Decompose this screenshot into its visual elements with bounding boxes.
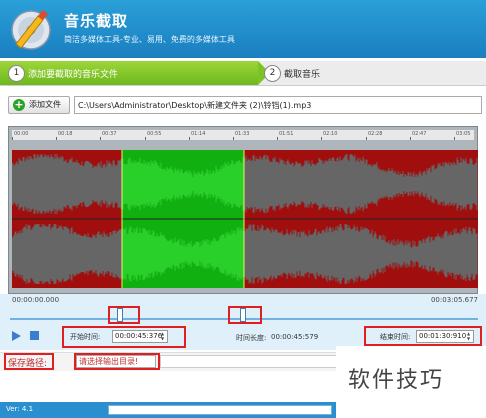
ruler-tick-label: 01:33	[235, 131, 250, 137]
save-path-input[interactable]: 请选择输出目录!	[76, 355, 156, 368]
duration-value: 00:00:45:579	[271, 333, 319, 341]
ruler-tick-label: 02:10	[323, 131, 338, 137]
app-header: 音乐截取 简洁多媒体工具-专业、易用、免费的多媒体工具	[0, 0, 486, 58]
ruler-tick-mark	[189, 137, 190, 140]
step-1-label: 添加要截取的音乐文件	[28, 70, 119, 80]
play-button[interactable]	[12, 331, 21, 341]
end-time-value: 00:01:30:910	[419, 332, 467, 340]
watermark-text: 软件技巧	[348, 368, 445, 393]
ruler-tick-label: 03:05	[456, 131, 471, 137]
file-bar: + 添加文件	[0, 92, 486, 118]
waveform-svg	[12, 150, 478, 288]
file-path-input[interactable]	[74, 96, 482, 114]
progress-bar	[108, 405, 332, 415]
save-path-field[interactable]	[160, 355, 338, 368]
app-logo-icon	[11, 10, 51, 50]
spin-arrows-icon[interactable]: ▲ ▼	[465, 331, 472, 342]
status-bar: Ver: 4.1	[0, 402, 336, 418]
watermark-panel: 软件技巧	[336, 346, 486, 418]
ruler-tick-mark	[12, 137, 13, 140]
waveform-area[interactable]	[12, 150, 478, 288]
ruler-tick-label: 01:14	[191, 131, 206, 137]
app-subtitle: 简洁多媒体工具-专业、易用、免费的多媒体工具	[64, 35, 235, 44]
add-file-label: 添加文件	[29, 100, 61, 109]
step-bar: 1 添加要截取的音乐文件 2 截取音乐	[0, 61, 486, 86]
timeline-end-time: 00:03:05.677	[430, 296, 478, 304]
ruler-tick-mark	[277, 137, 278, 140]
spin-arrows-icon[interactable]: ▲ ▼	[159, 331, 166, 342]
ruler-tick-mark	[366, 137, 367, 140]
start-marker-highlight	[108, 306, 140, 324]
end-time-stepper[interactable]: 00:01:30:910 ▲ ▼	[416, 330, 474, 343]
ruler-tick-mark	[410, 137, 411, 140]
start-time-stepper[interactable]: 00:00:45:376 ▲ ▼	[112, 330, 168, 343]
ruler-tick-mark	[454, 137, 455, 140]
ruler-tick-mark	[56, 137, 57, 140]
step-2-number: 2	[264, 65, 281, 82]
ruler-tick-label: 02:28	[368, 131, 383, 137]
stop-button[interactable]	[30, 331, 39, 340]
start-time-value: 00:00:45:376	[115, 332, 163, 340]
version-label: Ver: 4.1	[6, 405, 34, 413]
plus-icon: +	[13, 98, 25, 111]
ruler-tick-mark	[100, 137, 101, 140]
ruler-tick-mark	[145, 137, 146, 140]
start-time-label: 开始时间:	[70, 333, 101, 341]
ruler-tick-label: 00:18	[58, 131, 73, 137]
ruler-tick-label: 00:37	[102, 131, 117, 137]
end-marker-handle[interactable]	[239, 308, 246, 322]
step-1-number: 1	[8, 65, 25, 82]
timeline-panel: 00:00:00.000 00:03:05.677 开始时间: 00:00:45…	[0, 294, 486, 350]
step-1[interactable]: 1 添加要截取的音乐文件	[0, 61, 270, 85]
timeline-start-time: 00:00:00.000	[12, 296, 60, 304]
start-marker-handle[interactable]	[117, 308, 124, 322]
add-file-button[interactable]: + 添加文件	[8, 96, 70, 114]
save-path-label: 保存路径:	[8, 359, 48, 369]
ruler-tick-mark	[321, 137, 322, 140]
ruler-tick-label: 00:00	[14, 131, 29, 137]
ruler-tick-label: 02:47	[412, 131, 427, 137]
duration-label: 时间长度:	[236, 334, 267, 342]
end-time-label: 结束时间:	[380, 333, 411, 341]
step-2-label[interactable]: 截取音乐	[284, 67, 320, 80]
ruler-tick-label: 00:55	[147, 131, 162, 137]
app-title: 音乐截取	[64, 12, 129, 30]
ruler-tick-mark	[233, 137, 234, 140]
ruler-tick-label: 01:51	[279, 131, 294, 137]
time-ruler: 00:00 00:18 00:37 00:55 01:14 01:33 01:51 02:10…	[12, 130, 474, 140]
